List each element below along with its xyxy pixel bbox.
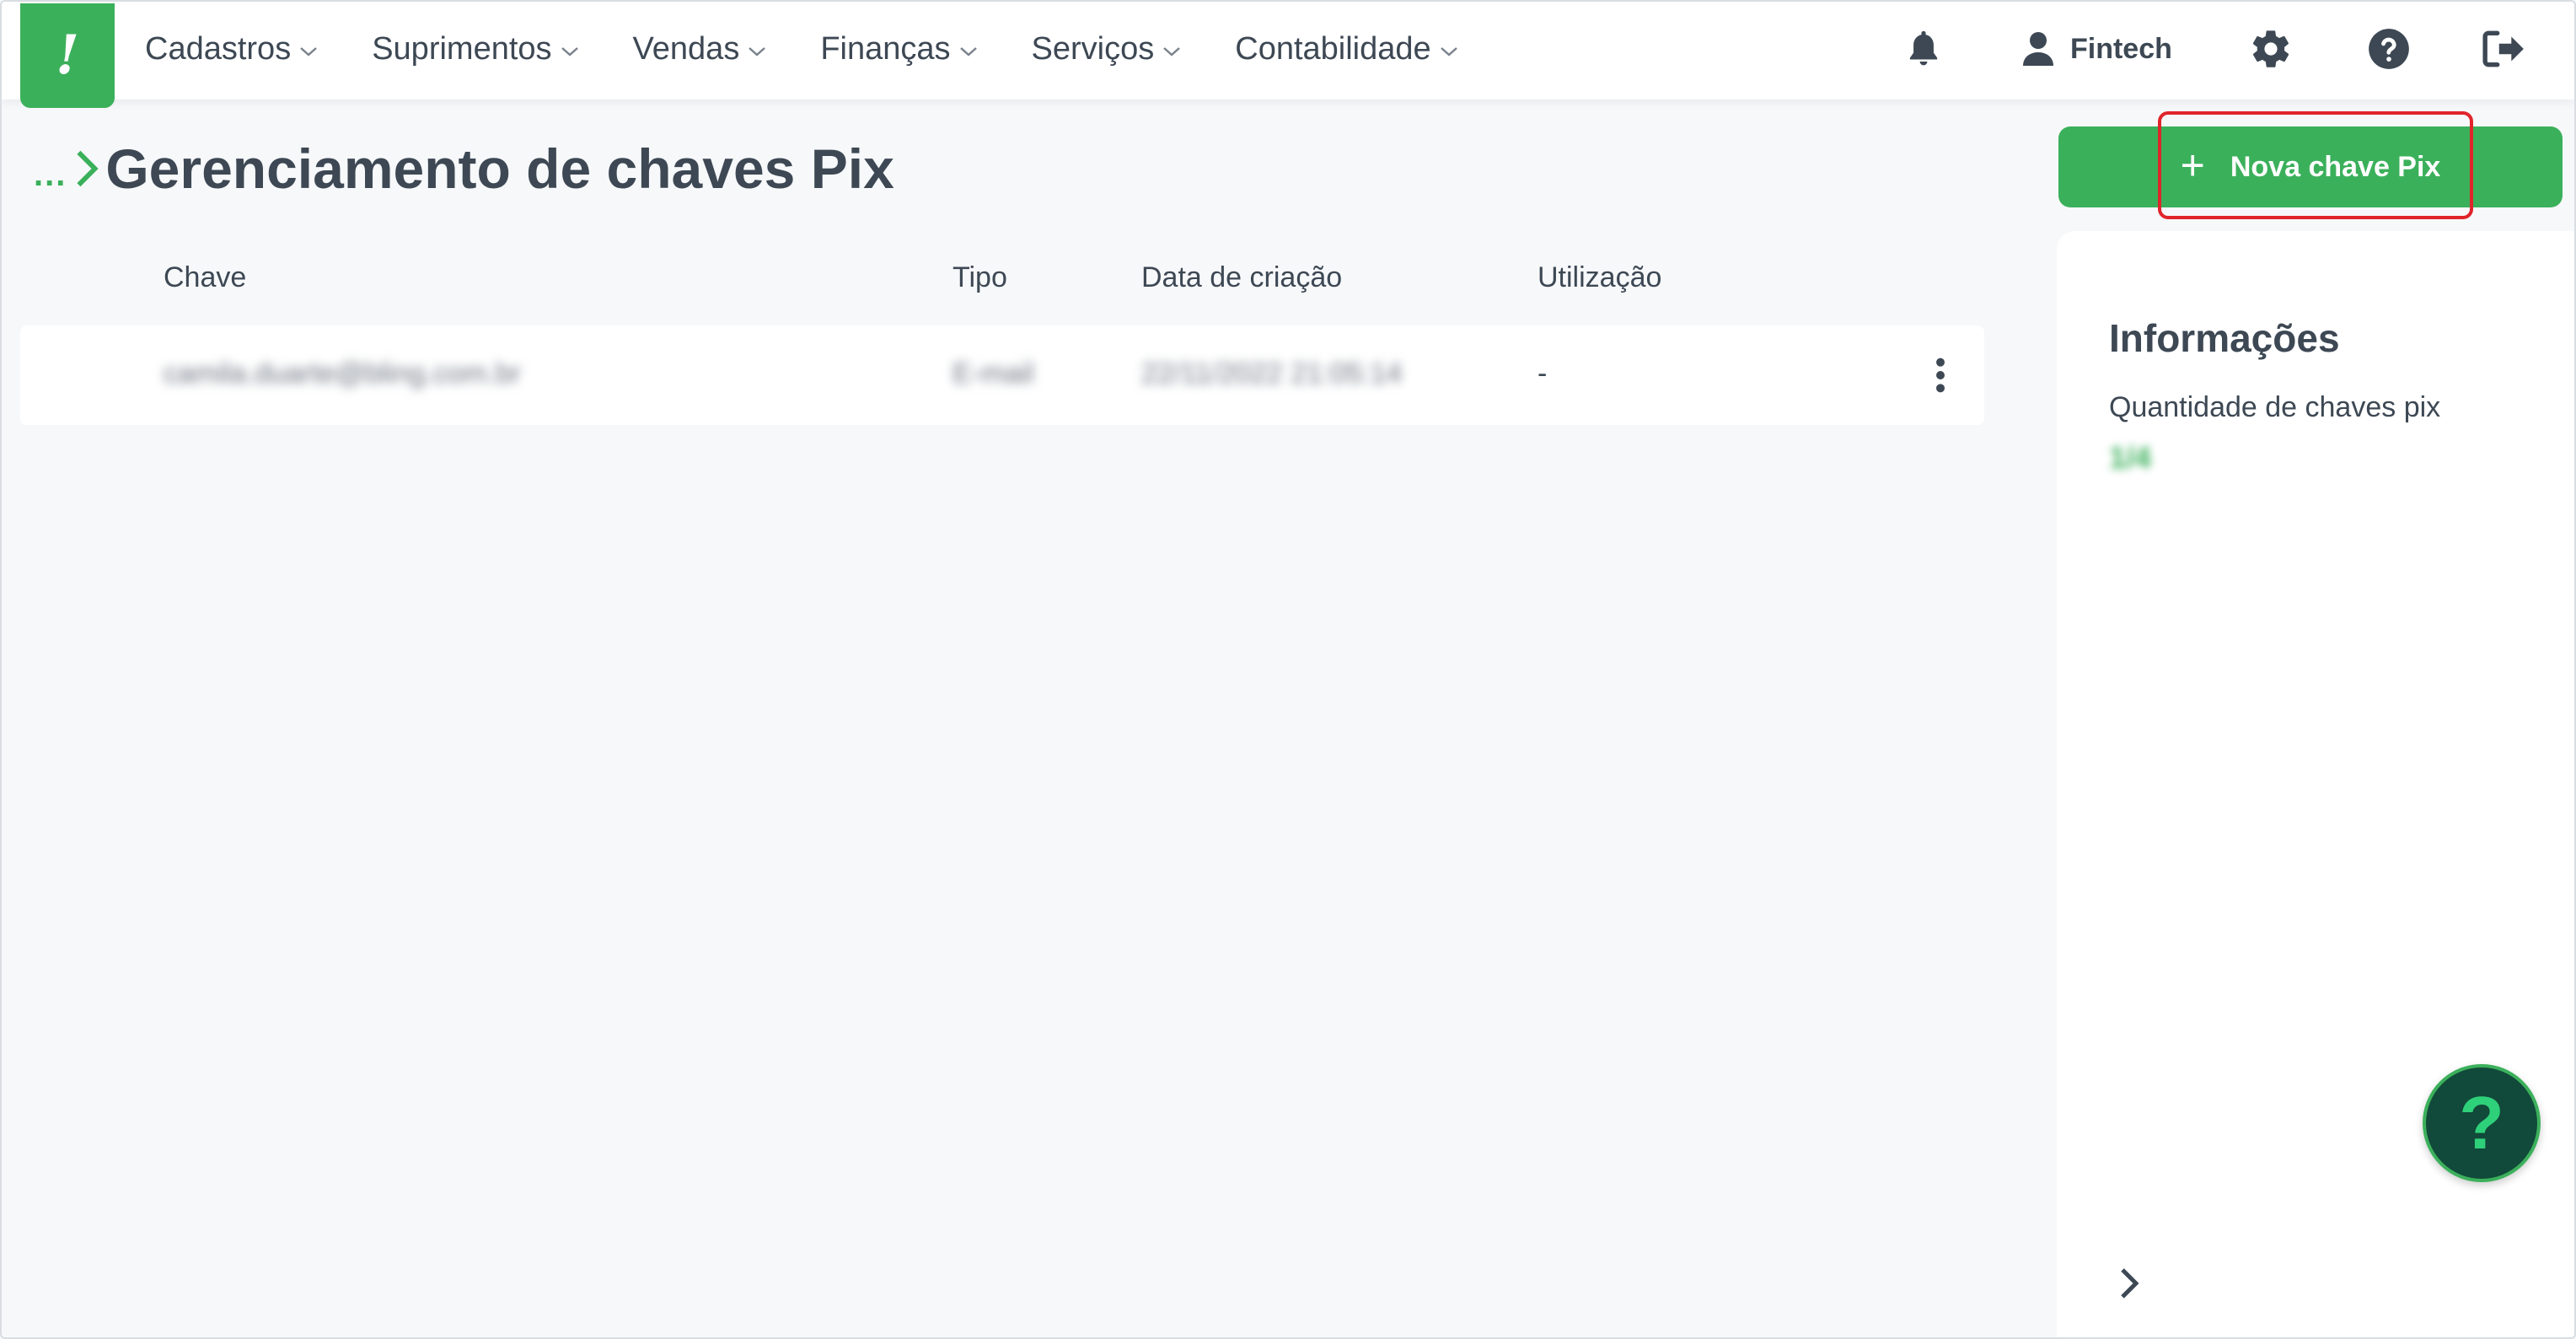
user-icon (2023, 32, 2053, 66)
page-title: Gerenciamento de chaves Pix (105, 137, 894, 200)
breadcrumb-ellipsis[interactable]: ... (34, 156, 67, 194)
info-panel-title: Informações (2109, 316, 2340, 360)
cell-tipo: E-mail (953, 358, 1034, 390)
user-menu[interactable]: Fintech (2021, 22, 2172, 76)
breadcrumb: ... Gerenciamento de chaves Pix (34, 137, 894, 201)
cell-data: 22/11/2022 21:05:14 (1141, 358, 1403, 390)
header-actions: Fintech (2, 22, 2574, 76)
notifications-button[interactable] (1905, 22, 1942, 76)
chevron-right-icon[interactable] (2119, 1266, 2139, 1300)
more-vertical-icon[interactable] (1930, 356, 1951, 395)
column-header-tipo: Tipo (953, 261, 1007, 293)
top-navbar: ! Cadastros Suprimentos Vendas Finanças … (2, 2, 2574, 108)
table-header: Chave Tipo Data de criação Utilização (2, 261, 2025, 304)
gear-icon (2252, 30, 2289, 67)
app-window: ! Cadastros Suprimentos Vendas Finanças … (0, 0, 2576, 1339)
help-circle-icon (2369, 29, 2409, 69)
table-row[interactable]: camila.duarte@bling.com.br E-mail 22/11/… (20, 325, 1984, 425)
cell-utilizacao: - (1538, 358, 1548, 390)
help-button[interactable] (2367, 22, 2411, 76)
user-name: Fintech (2070, 32, 2172, 65)
pix-keys-count-value: 1/4 (2109, 440, 2152, 475)
bell-icon (1909, 30, 1938, 66)
pix-keys-count-label: Quantidade de chaves pix (2109, 391, 2441, 423)
new-pix-key-label: Nova chave Pix (2230, 150, 2441, 183)
question-mark-icon: ? (2459, 1081, 2504, 1164)
logout-icon (2482, 30, 2524, 67)
chevron-right-icon (77, 150, 99, 187)
column-header-chave: Chave (164, 261, 247, 293)
column-header-utilizacao: Utilização (1538, 261, 1662, 293)
column-header-data: Data de criação (1141, 261, 1343, 293)
cell-chave: camila.duarte@bling.com.br (164, 358, 521, 390)
new-pix-key-button[interactable]: + Nova chave Pix (2058, 126, 2563, 207)
logout-button[interactable] (2482, 22, 2527, 76)
help-chat-button[interactable]: ? (2423, 1064, 2541, 1182)
settings-button[interactable] (2249, 22, 2293, 76)
plus-icon: + (2180, 142, 2205, 189)
